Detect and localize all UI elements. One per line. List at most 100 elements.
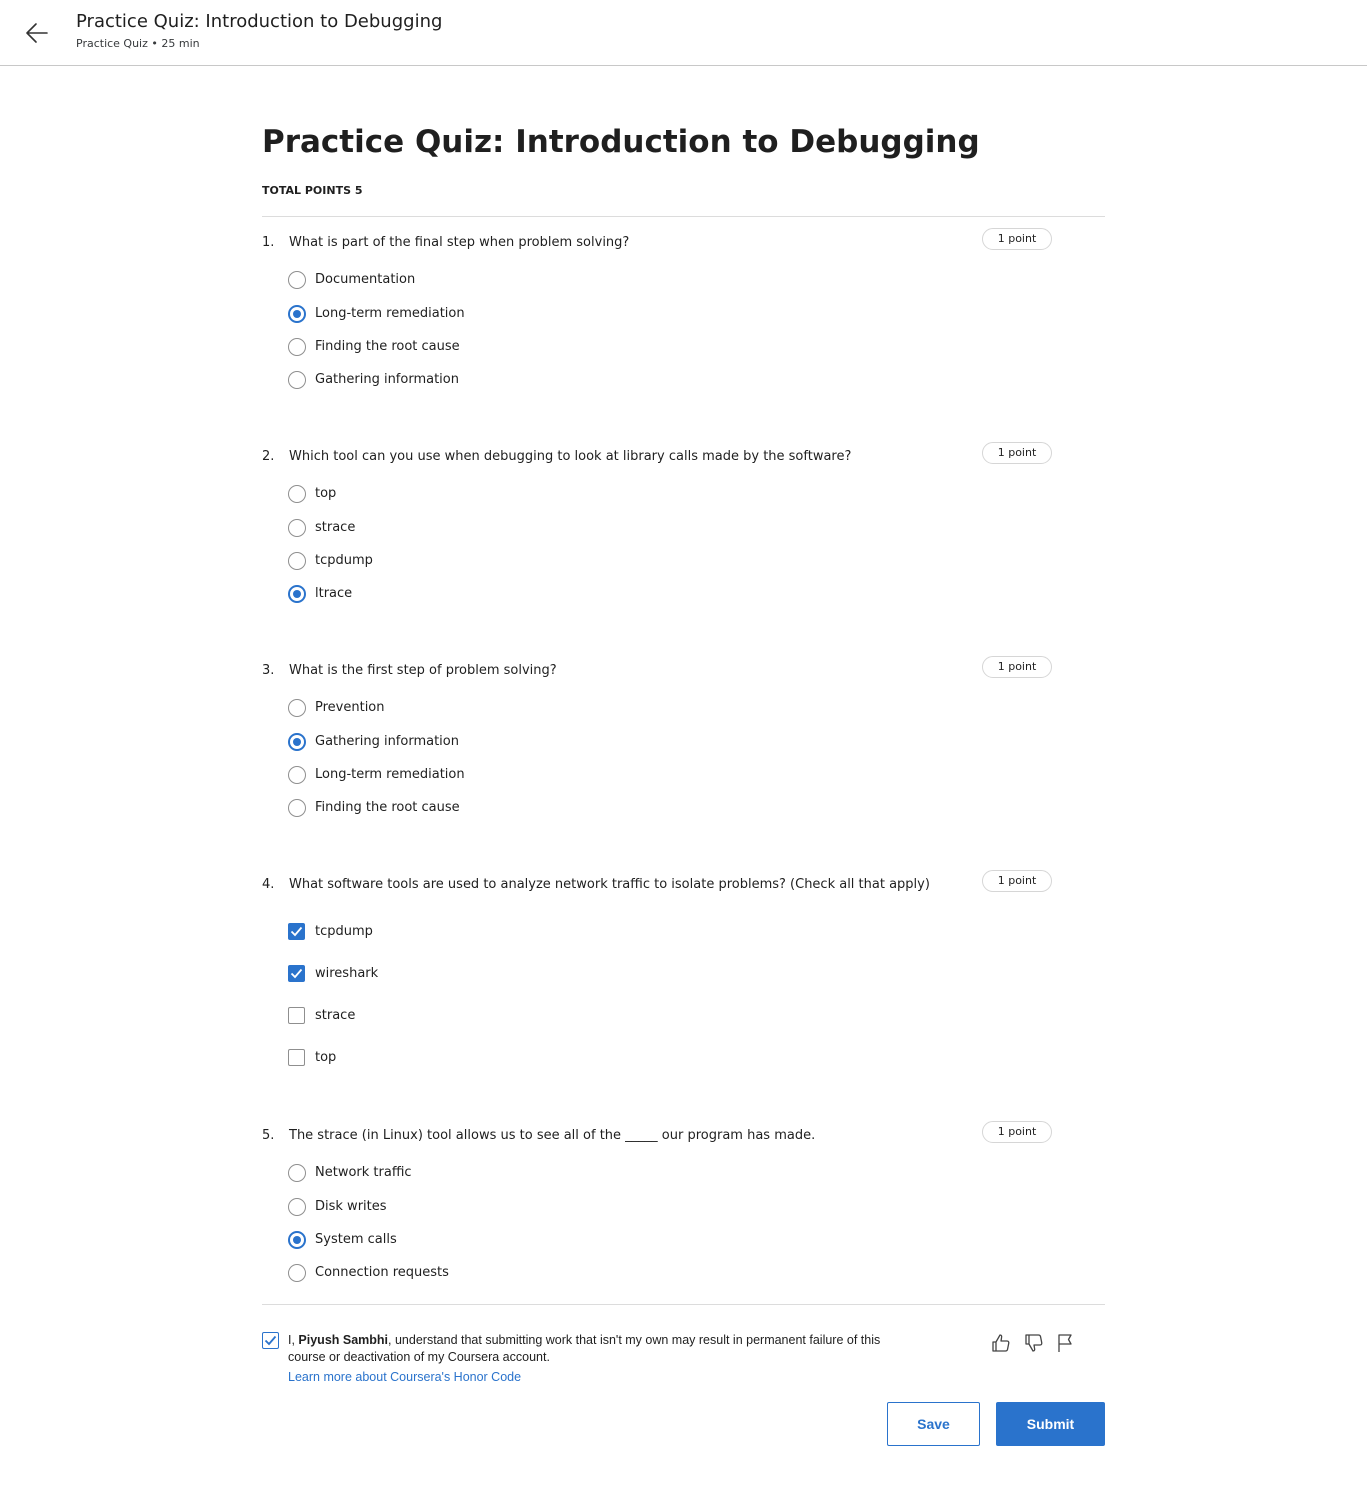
option-label: tcpdump	[315, 924, 373, 939]
points-badge: 1 point	[982, 228, 1052, 250]
question-number: 5.	[262, 1128, 275, 1143]
radio-unselected[interactable]	[288, 699, 306, 717]
radio-unselected[interactable]	[288, 1264, 306, 1282]
checkbox-option[interactable]: top	[288, 1048, 788, 1068]
radio-unselected[interactable]	[288, 552, 306, 570]
checkmark-icon	[290, 968, 303, 979]
radio-option[interactable]: Gathering information	[288, 732, 788, 752]
radio-option[interactable]: Finding the root cause	[288, 337, 788, 357]
honor-prefix: I,	[288, 1333, 299, 1347]
thumbs-down-button[interactable]	[1023, 1332, 1045, 1354]
radio-unselected[interactable]	[288, 766, 306, 784]
radio-selected[interactable]	[288, 585, 306, 603]
question-text: What is part of the final step when prob…	[289, 235, 630, 250]
radio-unselected[interactable]	[288, 1164, 306, 1182]
option-label: top	[315, 486, 337, 501]
radio-option[interactable]: Prevention	[288, 698, 788, 718]
option-label: Documentation	[315, 272, 416, 287]
arrow-left-icon	[26, 23, 48, 43]
radio-option[interactable]: Connection requests	[288, 1263, 788, 1283]
radio-unselected[interactable]	[288, 271, 306, 289]
option-label: Long-term remediation	[315, 306, 465, 321]
submit-button[interactable]: Submit	[996, 1402, 1105, 1446]
option-label: top	[315, 1050, 337, 1065]
question-number: 1.	[262, 235, 275, 250]
radio-option[interactable]: System calls	[288, 1230, 788, 1250]
option-label: Network traffic	[315, 1165, 412, 1180]
option-label: Gathering information	[315, 734, 459, 749]
checkmark-icon	[290, 926, 303, 937]
radio-unselected[interactable]	[288, 338, 306, 356]
question-text: What software tools are used to analyze …	[289, 877, 930, 892]
thumbs-up-button[interactable]	[990, 1332, 1012, 1354]
honor-code-statement: I, Piyush Sambhi, understand that submit…	[288, 1332, 898, 1366]
divider	[262, 216, 1105, 217]
radio-selected[interactable]	[288, 305, 306, 323]
checkbox-unchecked[interactable]	[288, 1007, 305, 1024]
save-button[interactable]: Save	[887, 1402, 980, 1446]
checkbox-option[interactable]: wireshark	[288, 964, 788, 984]
radio-option[interactable]: top	[288, 484, 788, 504]
divider	[262, 1304, 1105, 1305]
option-label: Prevention	[315, 700, 385, 715]
checkmark-icon	[264, 1335, 277, 1346]
points-badge: 1 point	[982, 656, 1052, 678]
honor-user-name: Piyush Sambhi	[298, 1333, 389, 1347]
question-number: 4.	[262, 877, 275, 892]
page-title: Practice Quiz: Introduction to Debugging	[262, 124, 980, 160]
option-label: Disk writes	[315, 1199, 387, 1214]
radio-option[interactable]: Finding the root cause	[288, 798, 788, 818]
honor-code-checkbox[interactable]	[262, 1332, 279, 1349]
radio-unselected[interactable]	[288, 519, 306, 537]
radio-option[interactable]: Long-term remediation	[288, 304, 788, 324]
top-bar: Practice Quiz: Introduction to Debugging…	[0, 0, 1367, 66]
option-label: strace	[315, 1008, 356, 1023]
option-label: Connection requests	[315, 1265, 449, 1280]
points-badge: 1 point	[982, 870, 1052, 892]
flag-icon	[1058, 1334, 1072, 1352]
radio-unselected[interactable]	[288, 371, 306, 389]
radio-option[interactable]: Disk writes	[288, 1197, 788, 1217]
option-label: Finding the root cause	[315, 800, 460, 815]
radio-option[interactable]: strace	[288, 518, 788, 538]
thumbs-down-icon	[1025, 1334, 1043, 1352]
checkbox-option[interactable]: strace	[288, 1006, 788, 1026]
total-points: TOTAL POINTS 5	[262, 184, 363, 197]
option-label: tcpdump	[315, 553, 373, 568]
radio-option[interactable]: Documentation	[288, 270, 788, 290]
back-button[interactable]	[22, 18, 52, 48]
checkbox-checked[interactable]	[288, 923, 305, 940]
question-text: Which tool can you use when debugging to…	[289, 449, 852, 464]
checkbox-unchecked[interactable]	[288, 1049, 305, 1066]
option-label: Long-term remediation	[315, 767, 465, 782]
question-text: The strace (in Linux) tool allows us to …	[289, 1128, 816, 1143]
header-subtitle: Practice Quiz • 25 min	[76, 37, 200, 50]
question-text: What is the first step of problem solvin…	[289, 663, 557, 678]
option-label: Finding the root cause	[315, 339, 460, 354]
points-badge: 1 point	[982, 1121, 1052, 1143]
question-number: 2.	[262, 449, 275, 464]
radio-option[interactable]: Gathering information	[288, 370, 788, 390]
radio-option[interactable]: tcpdump	[288, 551, 788, 571]
option-label: strace	[315, 520, 356, 535]
option-label: ltrace	[315, 586, 353, 601]
checkbox-option[interactable]: tcpdump	[288, 922, 788, 942]
option-label: System calls	[315, 1232, 397, 1247]
radio-option[interactable]: ltrace	[288, 584, 788, 604]
radio-unselected[interactable]	[288, 799, 306, 817]
thumbs-up-icon	[992, 1334, 1010, 1352]
radio-unselected[interactable]	[288, 485, 306, 503]
question-number: 3.	[262, 663, 275, 678]
points-badge: 1 point	[982, 442, 1052, 464]
header-title: Practice Quiz: Introduction to Debugging	[76, 11, 443, 32]
option-label: wireshark	[315, 966, 379, 981]
honor-code-link[interactable]: Learn more about Coursera's Honor Code	[288, 1370, 521, 1384]
option-label: Gathering information	[315, 372, 459, 387]
radio-unselected[interactable]	[288, 1198, 306, 1216]
flag-button[interactable]	[1055, 1332, 1077, 1354]
checkbox-checked[interactable]	[288, 965, 305, 982]
radio-selected[interactable]	[288, 1231, 306, 1249]
radio-option[interactable]: Network traffic	[288, 1163, 788, 1183]
radio-selected[interactable]	[288, 733, 306, 751]
radio-option[interactable]: Long-term remediation	[288, 765, 788, 785]
